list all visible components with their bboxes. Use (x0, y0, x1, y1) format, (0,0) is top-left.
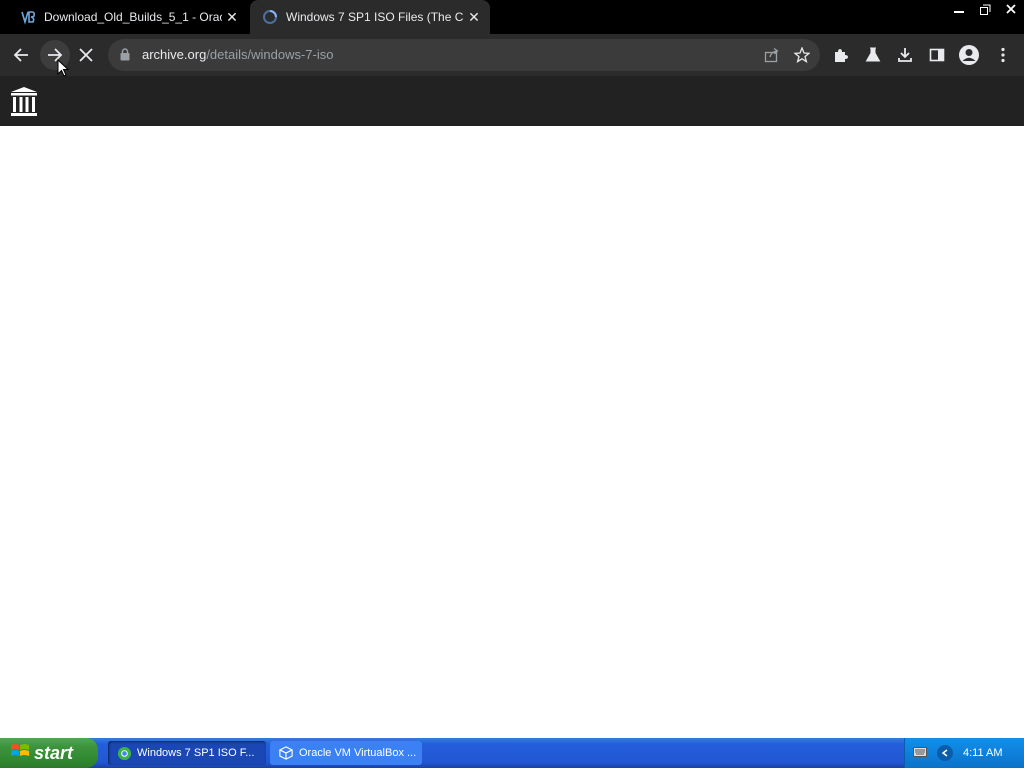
start-button[interactable]: start (0, 738, 98, 768)
side-panel-button[interactable] (922, 40, 952, 70)
virtualbox-icon (278, 745, 294, 761)
tab-title: Download_Old_Builds_5_1 - Oracle (44, 10, 222, 24)
arrow-left-icon (13, 48, 28, 62)
bookmark-star-icon[interactable] (793, 46, 811, 68)
page-content (0, 126, 1024, 738)
url-path: /details/windows-7-iso (206, 47, 334, 62)
stop-loading-button[interactable] (71, 40, 101, 70)
tab-strip: Download_Old_Builds_5_1 - Oracle ✕ Windo… (0, 0, 1024, 34)
downloads-button[interactable] (890, 40, 920, 70)
taskbar: start Windows 7 SP1 ISO F... Oracle VM V… (0, 738, 1024, 768)
tab-close-icon[interactable]: ✕ (222, 7, 242, 27)
start-label: start (34, 742, 74, 763)
puzzle-icon (835, 49, 848, 62)
loading-spinner-icon (262, 9, 278, 25)
taskbar-item-label: Oracle VM VirtualBox ... (299, 747, 417, 759)
back-button[interactable] (6, 40, 36, 70)
url-domain: archive.org (142, 47, 207, 62)
system-tray: 4:11 AM (904, 738, 1024, 768)
address-bar[interactable]: archive.org/details/windows-7-iso (108, 39, 820, 71)
taskbar-item-label: Windows 7 SP1 ISO F... (137, 747, 255, 759)
download-icon (898, 48, 912, 62)
labs-button[interactable] (858, 40, 888, 70)
site-header (0, 76, 1024, 126)
windows-flag-icon (10, 742, 30, 765)
stop-icon (79, 48, 93, 62)
clock[interactable]: 4:11 AM (963, 747, 1003, 759)
tab-close-icon[interactable]: ✕ (464, 7, 484, 27)
keyboard-icon[interactable] (913, 746, 927, 760)
taskbar-item-virtualbox[interactable]: Oracle VM VirtualBox ... (270, 741, 422, 765)
url-text[interactable]: archive.org/details/windows-7-iso (142, 47, 333, 62)
chrome-icon (116, 745, 132, 761)
minimize-icon[interactable] (946, 0, 972, 18)
tab-title: Windows 7 SP1 ISO Files (The COMPLETE Co… (286, 10, 464, 24)
taskbar-item-chrome[interactable]: Windows 7 SP1 ISO F... (108, 741, 266, 765)
window-controls (946, 0, 1024, 18)
avatar-icon (959, 45, 979, 65)
restore-icon[interactable] (972, 0, 998, 18)
flask-icon (865, 47, 881, 62)
side-panel-icon (929, 48, 945, 62)
internet-archive-logo-icon[interactable] (10, 86, 38, 123)
virtualbox-favicon-icon (20, 9, 36, 25)
tab-download-old-builds[interactable]: Download_Old_Builds_5_1 - Oracle ✕ (8, 0, 248, 34)
kebab-menu-icon (1001, 47, 1005, 63)
browser-toolbar: archive.org/details/windows-7-iso (0, 34, 1024, 76)
mouse-cursor-icon (57, 58, 70, 82)
extensions-button[interactable] (826, 40, 856, 70)
tab-windows-7-iso[interactable]: Windows 7 SP1 ISO Files (The COMPLETE Co… (250, 0, 490, 34)
show-hidden-icons-chevron-icon[interactable] (937, 745, 953, 761)
profile-button[interactable] (954, 40, 984, 70)
lock-icon[interactable] (120, 48, 130, 61)
menu-button[interactable] (988, 40, 1018, 70)
share-icon[interactable] (764, 47, 780, 68)
close-window-icon[interactable] (998, 0, 1024, 18)
